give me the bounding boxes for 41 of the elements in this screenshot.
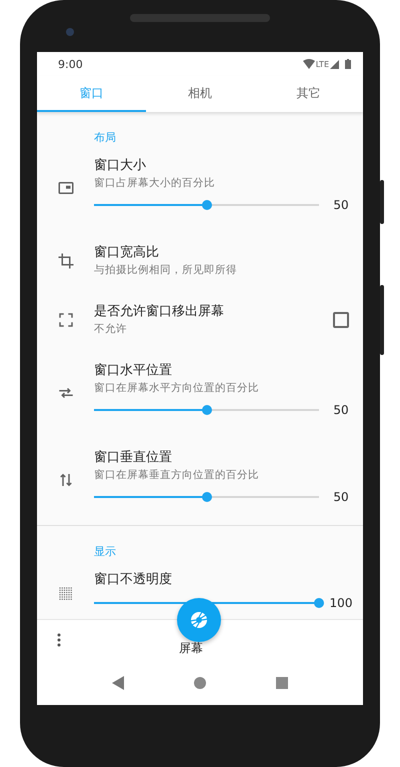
- wifi-icon: [302, 59, 315, 69]
- section-header: 显示: [94, 544, 117, 560]
- back-icon[interactable]: [112, 676, 124, 690]
- setting-title: 是否允许窗口移出屏幕: [94, 303, 225, 321]
- setting-title: 窗口垂直位置: [94, 449, 173, 467]
- setting-description: 与拍摄比例相同，所见即所得: [94, 263, 238, 278]
- setting-title: 窗口不透明度: [94, 571, 173, 589]
- setting-title: 窗口宽高比: [94, 244, 160, 262]
- slider-value: 50: [332, 490, 350, 504]
- slider-thumb[interactable]: [314, 598, 324, 608]
- camera-shutter-button[interactable]: [177, 598, 221, 642]
- slider-value: 50: [332, 403, 350, 417]
- battery-icon: [345, 59, 351, 69]
- section-header: 布局: [94, 130, 117, 146]
- bottom-bar-label: 屏幕: [179, 640, 203, 657]
- tab[interactable]: 相机: [146, 76, 254, 112]
- setting-title: 窗口大小: [94, 157, 147, 175]
- setting-description: 窗口在屏幕垂直方向位置的百分比: [94, 468, 260, 483]
- camera-lens: [66, 28, 74, 36]
- recents-icon[interactable]: [276, 676, 288, 688]
- dot-grid-icon: [56, 585, 74, 603]
- crop-icon: [56, 252, 74, 270]
- home-icon[interactable]: [194, 676, 206, 688]
- slider-value: 100: [328, 596, 354, 610]
- more-options-icon[interactable]: [57, 633, 61, 647]
- checkbox[interactable]: [333, 312, 349, 328]
- status-time: 9:00: [58, 58, 84, 70]
- setting-description: 窗口占屏幕大小的百分比: [94, 176, 216, 191]
- picture-in-picture-icon: [56, 179, 74, 197]
- setting-title: 窗口水平位置: [94, 362, 173, 380]
- signal-icon: [330, 60, 339, 68]
- tab[interactable]: 其它: [254, 76, 364, 112]
- setting-description: 不允许: [94, 322, 128, 337]
- slider-thumb[interactable]: [202, 405, 212, 415]
- slider-thumb[interactable]: [202, 492, 212, 502]
- setting-description: 窗口在屏幕水平方向位置的百分比: [94, 381, 260, 396]
- slider-thumb[interactable]: [202, 200, 212, 210]
- slider-value: 50: [332, 198, 350, 212]
- fullscreen-icon: [56, 311, 74, 329]
- network-type: LTE: [316, 60, 329, 68]
- shutter-icon: [189, 610, 209, 630]
